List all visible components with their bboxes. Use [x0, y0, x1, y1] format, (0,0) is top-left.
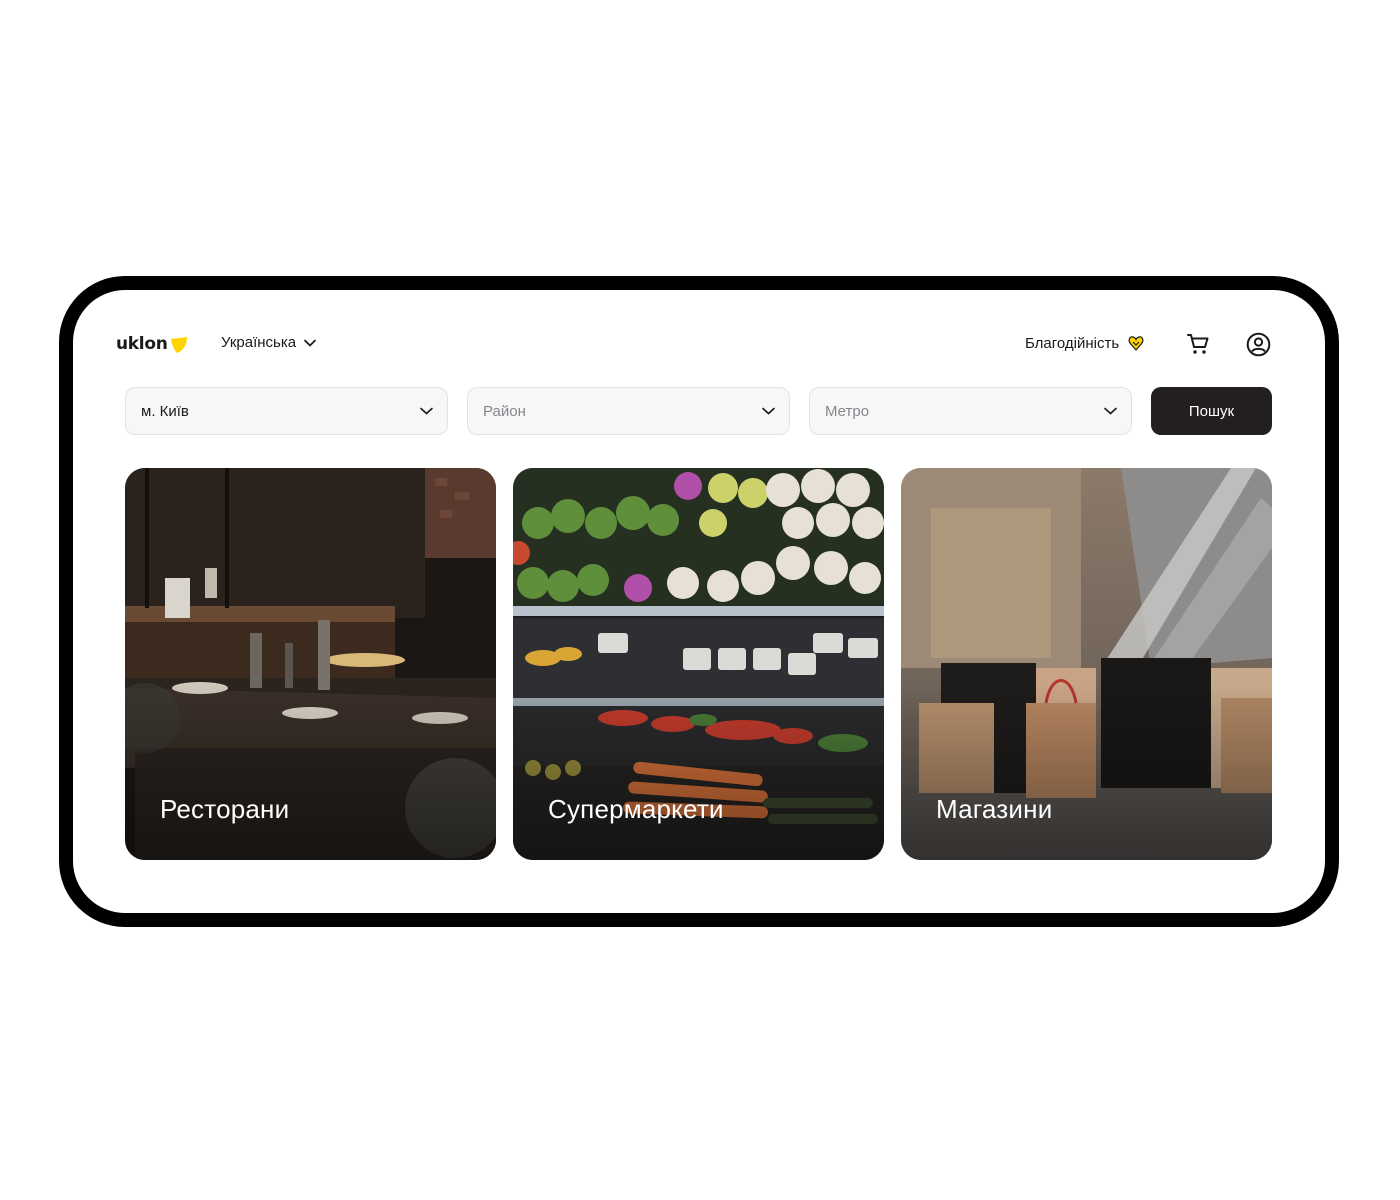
cart-button[interactable] — [1184, 330, 1212, 358]
category-label: Магазини — [936, 794, 1053, 824]
search-filters: м. Київ Район Метро Пошук — [125, 387, 1272, 435]
device-frame: uklon Українська Благодійність м. Київ Р… — [59, 276, 1339, 927]
category-card-restaurants[interactable]: Ресторани — [125, 468, 496, 860]
chevron-down-icon — [1104, 407, 1117, 415]
metro-select[interactable]: Метро — [809, 387, 1132, 435]
city-select[interactable]: м. Київ — [125, 387, 448, 435]
app-screen: uklon Українська Благодійність м. Київ Р… — [73, 290, 1325, 913]
metro-placeholder: Метро — [825, 402, 870, 420]
profile-button[interactable] — [1244, 330, 1272, 358]
top-header: uklon Українська Благодійність — [73, 290, 1325, 398]
cart-icon — [1187, 334, 1209, 354]
hearts-icon — [1128, 336, 1144, 351]
chevron-down-icon — [762, 407, 775, 415]
logo-mark-icon — [170, 337, 187, 353]
category-label: Супермаркети — [548, 794, 724, 824]
logo-text: uklon — [116, 334, 168, 354]
category-card-supermarkets[interactable]: Супермаркети — [513, 468, 884, 860]
charity-link[interactable]: Благодійність — [1025, 334, 1145, 352]
search-button[interactable]: Пошук — [1151, 387, 1272, 435]
language-label: Українська — [221, 334, 297, 351]
uklon-logo[interactable]: uklon — [116, 334, 188, 354]
district-placeholder: Район — [483, 402, 526, 420]
category-card-shops[interactable]: Магазини — [901, 468, 1272, 860]
chevron-down-icon — [304, 339, 316, 347]
profile-icon — [1246, 332, 1270, 356]
category-cards: Ресторани Супермаркети Магазини — [125, 468, 1272, 860]
city-value: м. Київ — [141, 402, 189, 420]
language-selector[interactable]: Українська — [221, 334, 316, 351]
charity-label: Благодійність — [1025, 334, 1120, 352]
category-label: Ресторани — [160, 794, 290, 824]
district-select[interactable]: Район — [467, 387, 790, 435]
chevron-down-icon — [420, 407, 433, 415]
